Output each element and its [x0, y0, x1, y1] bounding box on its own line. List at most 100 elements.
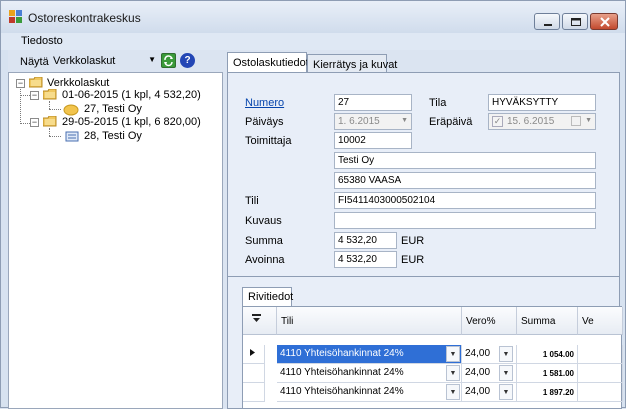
app-window: Ostoreskontrakeskus Tiedosto Näytä Verkk… — [0, 0, 626, 409]
current-row-arrow-icon — [250, 349, 255, 356]
row-selector[interactable] — [243, 345, 265, 364]
view-dropdown[interactable]: Verkkolaskut ▼ — [53, 54, 158, 69]
grid-header-vat[interactable]: Vero% — [462, 307, 517, 335]
dropdown-arrow-icon[interactable]: ▼ — [446, 384, 460, 400]
tab-circulation-images[interactable]: Kierrätys ja kuvat — [307, 54, 397, 72]
client-area: Näytä Verkkolaskut ▼ ? − Verkkolaskut − … — [8, 50, 623, 409]
grid-header-corner[interactable] — [243, 307, 277, 335]
invoice-tree: − Verkkolaskut − 01-06-2015 (1 kpl, 4 53… — [8, 72, 223, 409]
amount-cell[interactable]: 1 581.00 — [517, 364, 578, 383]
dropdown-arrow-icon[interactable]: ▼ — [446, 365, 460, 381]
paivays-label: Päiväys — [245, 116, 284, 128]
dropdown-arrow-icon[interactable]: ▼ — [499, 384, 513, 400]
extra-cell[interactable] — [578, 383, 623, 402]
vat-cell[interactable]: 24,00 ▼ — [462, 345, 517, 364]
account-value: 4110 Yhteisöhankinnat 24% — [280, 386, 404, 397]
account-value: 4110 Yhteisöhankinnat 24% — [280, 348, 404, 359]
minimize-icon — [544, 24, 552, 26]
dropdown-arrow-icon: ▼ — [585, 117, 592, 124]
grid-header-account[interactable]: Tili — [277, 307, 462, 335]
supplier-city-field[interactable]: 65380 VAASA — [334, 172, 596, 189]
account-cell[interactable]: 4110 Yhteisöhankinnat 24% ▼ — [277, 383, 462, 402]
menu-bar: Tiedosto — [1, 33, 625, 50]
account-cell[interactable]: 4110 Yhteisöhankinnat 24% ▼ — [277, 345, 462, 364]
invoice-document-icon — [65, 131, 79, 142]
extra-cell[interactable] — [578, 345, 623, 364]
minimize-button[interactable] — [534, 13, 560, 30]
close-button[interactable] — [590, 13, 618, 30]
supplier-id-field[interactable]: 10002 — [334, 132, 412, 149]
tree-group-label[interactable]: 01-06-2015 (1 kpl, 4 532,20) — [62, 89, 201, 101]
tree-root-label[interactable]: Verkkolaskut — [47, 77, 109, 89]
window-title: Ostoreskontrakeskus — [28, 11, 141, 25]
tree-invoice-label[interactable]: 28, Testi Oy — [84, 130, 142, 142]
account-cell[interactable]: 4110 Yhteisöhankinnat 24% ▼ — [277, 364, 462, 383]
view-dropdown-value: Verkkolaskut — [53, 55, 116, 67]
grid-header-amount[interactable]: Summa — [517, 307, 578, 335]
numero-link[interactable]: Numero — [245, 97, 284, 109]
supplier-name-field[interactable]: Testi Oy — [334, 152, 596, 169]
tili-field[interactable]: FI5411403000502104 — [334, 192, 596, 209]
dropdown-arrow-icon[interactable]: ▼ — [499, 346, 513, 362]
title-bar[interactable]: Ostoreskontrakeskus — [1, 1, 625, 33]
tili-label: Tili — [245, 195, 259, 207]
rows-grid: Tili Vero% Summa Ve 4110 Yhteisöhankinna… — [242, 306, 623, 409]
erapaiva-label: Eräpäivä — [429, 116, 473, 128]
avoinna-label: Avoinna — [245, 254, 285, 266]
vat-cell[interactable]: 24,00 ▼ — [462, 364, 517, 383]
tila-field[interactable]: HYVÄKSYTTY — [488, 94, 596, 111]
menu-file[interactable]: Tiedosto — [21, 35, 63, 47]
calendar-icon — [571, 116, 581, 126]
table-row[interactable]: 4110 Yhteisöhankinnat 24% ▼ 24,00 ▼ 1 58… — [243, 364, 623, 383]
tab-row-details[interactable]: Rivitiedot — [242, 287, 293, 306]
avoinna-field[interactable]: 4 532,20 — [334, 251, 397, 268]
vat-value: 24,00 — [465, 367, 491, 378]
refresh-button[interactable] — [161, 53, 176, 68]
folder-icon — [43, 89, 57, 100]
paivays-date-picker[interactable]: 1. 6.2015 ▼ — [334, 113, 412, 130]
amount-cell[interactable]: 1 897.20 — [517, 383, 578, 402]
tree-connector — [49, 101, 50, 109]
help-button[interactable]: ? — [180, 53, 195, 68]
show-label: Näytä — [20, 56, 49, 68]
tila-label: Tila — [429, 97, 447, 109]
dropdown-arrow-icon[interactable]: ▼ — [446, 346, 460, 362]
help-icon: ? — [184, 55, 191, 66]
toimittaja-label: Toimittaja — [245, 135, 292, 147]
close-icon — [600, 17, 610, 27]
tree-connector — [49, 136, 61, 137]
numero-field[interactable]: 27 — [334, 94, 412, 111]
maximize-icon — [571, 18, 581, 26]
erapaiva-checkbox[interactable]: ✓ — [492, 116, 503, 127]
summa-label: Summa — [245, 235, 283, 247]
row-selector[interactable] — [243, 364, 265, 383]
tree-invoice-label[interactable]: 27, Testi Oy — [84, 103, 142, 115]
refresh-icon — [164, 55, 173, 67]
extra-cell[interactable] — [578, 364, 623, 383]
tree-connector — [20, 95, 30, 96]
kuvaus-field[interactable] — [334, 212, 596, 229]
grid-header-more[interactable]: Ve — [578, 307, 623, 335]
maximize-button[interactable] — [562, 13, 588, 30]
vat-value: 24,00 — [465, 386, 491, 397]
erapaiva-date-picker[interactable]: ✓ 15. 6.2015 ▼ — [488, 113, 596, 130]
table-row[interactable]: 4110 Yhteisöhankinnat 24% ▼ 24,00 ▼ 1 89… — [243, 383, 623, 402]
tree-group-expander[interactable]: − — [30, 91, 39, 100]
invoice-details-panel: Numero 27 Tila HYVÄKSYTTY Päiväys 1. 6.2… — [227, 72, 620, 277]
tree-group-expander[interactable]: − — [30, 118, 39, 127]
tree-connector — [20, 123, 30, 124]
summa-field[interactable]: 4 532,20 — [334, 232, 397, 249]
paivays-value: 1. 6.2015 — [338, 116, 380, 127]
row-selector[interactable] — [243, 383, 265, 402]
dropdown-arrow-icon[interactable]: ▼ — [499, 365, 513, 381]
dropdown-arrow-icon: ▼ — [148, 55, 156, 64]
tree-root-expander[interactable]: − — [16, 79, 25, 88]
vat-cell[interactable]: 24,00 ▼ — [462, 383, 517, 402]
summa-currency: EUR — [401, 235, 425, 247]
folder-icon — [29, 77, 43, 88]
amount-cell[interactable]: 1 054.00 — [517, 345, 578, 364]
account-value: 4110 Yhteisöhankinnat 24% — [280, 367, 404, 378]
tree-group-label[interactable]: 29-05-2015 (1 kpl, 6 820,00) — [62, 116, 201, 128]
table-row[interactable]: 4110 Yhteisöhankinnat 24% ▼ 24,00 ▼ 1 05… — [243, 345, 623, 364]
tab-invoice-details[interactable]: Ostolaskutiedot — [227, 52, 309, 73]
